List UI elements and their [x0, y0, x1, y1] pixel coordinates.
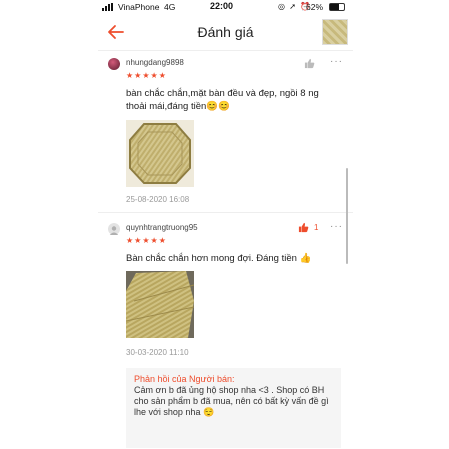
rating-stars: ★★★★★ — [126, 71, 167, 80]
signal-icon — [102, 3, 113, 11]
review-text: Bàn chắc chắn hơn mong đợi. Đáng tiền 👍 — [126, 253, 312, 264]
scrollbar[interactable] — [346, 168, 348, 264]
review-photo[interactable] — [126, 120, 194, 187]
page-title: Đánh giá — [197, 24, 254, 40]
rating-stars: ★★★★★ — [126, 236, 167, 245]
review-date: 30-03-2020 11:10 — [126, 348, 189, 357]
review-username[interactable]: quynhtrangtruong95 — [126, 223, 198, 232]
review-date: 25-08-2020 16:08 — [126, 195, 190, 204]
network-type: 4G — [164, 2, 176, 12]
seller-reply: Phản hồi của Người bán: Cảm ơn b đã ủng … — [126, 368, 341, 448]
battery-icon — [329, 3, 345, 11]
page-header: Đánh giá — [98, 14, 353, 51]
product-thumbnail[interactable] — [322, 19, 348, 45]
carrier-name: VinaPhone — [118, 2, 160, 12]
more-options-icon[interactable]: ··· — [330, 221, 343, 232]
like-count: 1 — [314, 223, 319, 232]
review-text: bàn chắc chắn,mặt bàn đều và đẹp, ngồi 8… — [126, 88, 319, 112]
phone-screen: VinaPhone 4G 22:00 ◎ ➚ ⏰ 62% Đánh giá nh… — [98, 0, 353, 449]
divider — [98, 212, 353, 213]
avatar[interactable] — [108, 58, 120, 70]
seller-reply-text: Cảm ơn b đã ủng hộ shop nha <3 . Shop có… — [134, 385, 329, 417]
clock: 22:00 — [210, 1, 234, 11]
default-avatar-icon — [109, 226, 119, 235]
seller-reply-label: Phản hồi của Người bán: — [134, 374, 235, 384]
avatar[interactable] — [108, 223, 120, 235]
thumbs-up-icon[interactable] — [298, 222, 309, 233]
more-options-icon[interactable]: ··· — [330, 56, 343, 67]
thumbs-up-icon[interactable] — [304, 58, 315, 69]
review-username[interactable]: nhungdang9898 — [126, 58, 184, 67]
battery-percent: 62% — [306, 2, 324, 12]
status-bar: VinaPhone 4G 22:00 ◎ ➚ ⏰ 62% — [98, 0, 353, 14]
review-photo[interactable] — [126, 271, 194, 338]
